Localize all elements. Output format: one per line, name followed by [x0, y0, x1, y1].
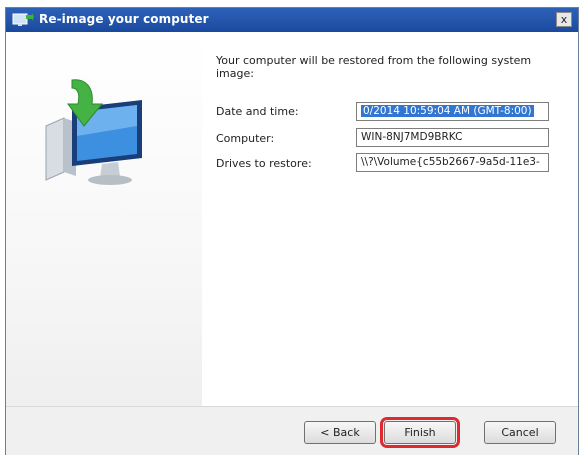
title-bar[interactable]: Re-image your computer x: [6, 8, 578, 32]
date-time-value: 0/2014 10:59:04 AM (GMT-8:00): [361, 105, 534, 117]
dialog-content: Your computer will be restored from the …: [6, 32, 578, 406]
computer-restore-icon: [12, 13, 34, 26]
computer-label: Computer:: [216, 132, 275, 145]
button-bar: < Back Finish Cancel: [6, 406, 578, 455]
drives-value: \\?\Volume{c55b2667-9a5d-11e3-: [361, 156, 540, 168]
monitor-with-green-arrow-icon: [45, 79, 142, 185]
cancel-button[interactable]: Cancel: [484, 421, 556, 444]
reimage-dialog: Re-image your computer x Your computer w…: [5, 7, 579, 455]
back-button[interactable]: < Back: [304, 421, 376, 444]
close-button[interactable]: x: [556, 12, 572, 27]
intro-text: Your computer will be restored from the …: [216, 54, 532, 80]
finish-button[interactable]: Finish: [380, 417, 460, 448]
drives-field[interactable]: \\?\Volume{c55b2667-9a5d-11e3-: [356, 153, 549, 172]
left-panel: [6, 32, 202, 406]
date-time-field[interactable]: 0/2014 10:59:04 AM (GMT-8:00): [356, 102, 549, 121]
computer-field[interactable]: WIN-8NJ7MD9BRKC: [356, 128, 549, 147]
computer-value: WIN-8NJ7MD9BRKC: [361, 131, 463, 143]
window-title: Re-image your computer: [39, 12, 209, 26]
drives-label: Drives to restore:: [216, 157, 312, 170]
date-time-label: Date and time:: [216, 105, 299, 118]
